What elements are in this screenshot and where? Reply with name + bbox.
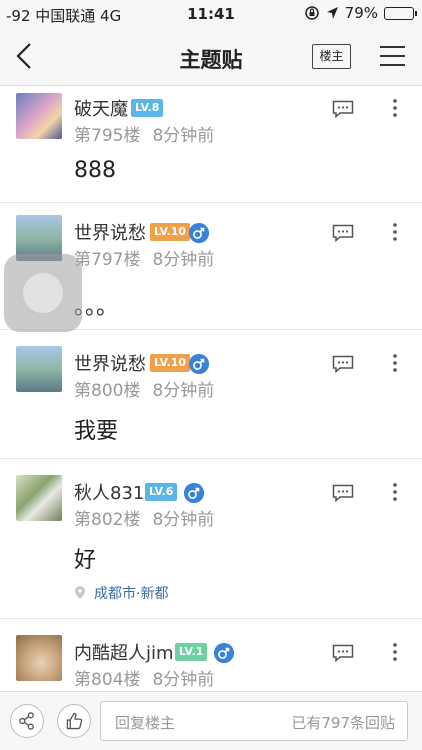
status-right: 79%	[304, 4, 417, 22]
post-item: 世界说愁 LV.10 第800楼 8分钟前 我要	[0, 330, 422, 459]
post-meta: 第802楼 8分钟前	[74, 505, 214, 530]
floor-number: 第804楼	[74, 670, 141, 690]
owner-only-button[interactable]: 楼主	[312, 44, 351, 69]
more-options-icon[interactable]	[393, 643, 397, 661]
reply-count: 已有797条回贴	[291, 714, 395, 732]
battery-percent: 79%	[344, 4, 378, 22]
post-content: 888	[74, 158, 116, 183]
post-feed: 破天魔 LV.8 第795楼 8分钟前 888 世界说愁 LV.10 第797楼 8…	[0, 87, 422, 691]
male-icon	[189, 223, 209, 243]
level-badge: LV.1	[175, 643, 208, 661]
like-icon[interactable]	[57, 704, 91, 738]
level-badge: LV.8	[131, 99, 164, 117]
location-pin-icon	[75, 586, 85, 599]
post-meta: 第795楼 8分钟前	[74, 121, 214, 146]
comment-icon[interactable]	[332, 644, 354, 662]
more-options-icon[interactable]	[393, 223, 397, 241]
location-arrow-icon	[326, 7, 338, 19]
bottom-bar: 回复楼主 已有797条回贴	[0, 691, 422, 750]
floor-number: 第800楼	[74, 381, 141, 401]
level-badge: LV.10	[150, 223, 191, 241]
username[interactable]: 世界说愁	[74, 350, 146, 376]
page-title: 主题贴	[179, 48, 243, 72]
comment-icon[interactable]	[332, 100, 354, 118]
post-time: 8分钟前	[152, 381, 215, 401]
username[interactable]: 破天魔	[74, 95, 128, 121]
post-item: 内酷超人jim LV.1 第804楼 8分钟前	[0, 619, 422, 691]
more-options-icon[interactable]	[393, 483, 397, 501]
male-icon	[189, 354, 209, 374]
male-icon	[184, 483, 204, 503]
share-icon[interactable]	[10, 704, 44, 738]
comment-icon[interactable]	[332, 224, 354, 242]
avatar[interactable]	[16, 475, 62, 521]
post-content: 我要	[74, 419, 119, 444]
comment-icon[interactable]	[332, 355, 354, 373]
post-item: 秋人831 LV.6 第802楼 8分钟前 好 成都市·新都	[0, 459, 422, 619]
post-content: 好	[74, 548, 97, 573]
username[interactable]: 世界说愁	[74, 219, 146, 245]
floor-number: 第797楼	[74, 250, 141, 270]
avatar[interactable]	[16, 93, 62, 139]
floor-number: 第802楼	[74, 510, 141, 530]
floor-number: 第795楼	[74, 126, 141, 146]
comment-icon[interactable]	[332, 484, 354, 502]
post-time: 8分钟前	[152, 126, 215, 146]
status-bar: -92 中国联通 4G 11:41 79%	[0, 0, 422, 28]
post-meta: 第797楼 8分钟前	[74, 245, 214, 270]
reply-input[interactable]: 回复楼主 已有797条回贴	[100, 701, 408, 741]
avatar[interactable]	[16, 346, 62, 392]
avatar[interactable]	[16, 635, 62, 681]
more-options-icon[interactable]	[393, 354, 397, 372]
male-icon	[214, 643, 234, 663]
rotation-lock-icon	[304, 6, 319, 20]
assistive-touch-button[interactable]	[4, 254, 82, 332]
post-item: 破天魔 LV.8 第795楼 8分钟前 888	[0, 87, 422, 203]
post-meta: 第804楼 8分钟前	[74, 665, 214, 690]
post-meta: 第800楼 8分钟前	[74, 376, 214, 401]
battery-icon	[384, 6, 417, 20]
nav-bar: 主题贴 楼主	[0, 28, 422, 86]
username[interactable]: 内酷超人jim	[74, 639, 174, 665]
post-time: 8分钟前	[152, 250, 215, 270]
more-options-icon[interactable]	[393, 99, 397, 117]
assistive-touch-inner	[19, 269, 67, 317]
post-location[interactable]: 成都市·新都	[74, 583, 168, 603]
reply-placeholder: 回复楼主	[115, 714, 176, 732]
post-time: 8分钟前	[152, 510, 215, 530]
level-badge: LV.10	[150, 354, 191, 372]
location-text: 成都市·新都	[94, 586, 169, 602]
username[interactable]: 秋人831	[74, 479, 144, 505]
level-badge: LV.6	[145, 483, 178, 501]
menu-icon[interactable]	[380, 45, 405, 67]
post-time: 8分钟前	[152, 670, 215, 690]
